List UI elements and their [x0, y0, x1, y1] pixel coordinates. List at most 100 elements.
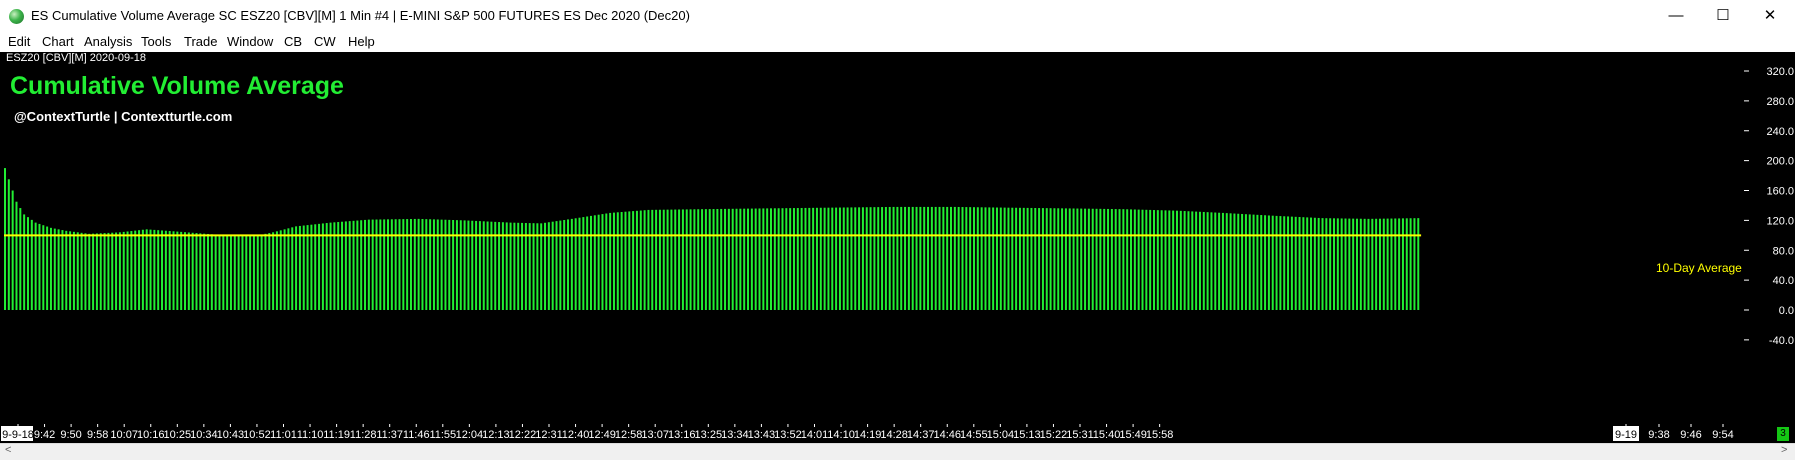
scroll-left-arrow-icon[interactable]: < [5, 444, 11, 456]
volume-bar [842, 207, 845, 310]
volume-bar [1409, 218, 1412, 310]
x-tick-label: 15:13 [1013, 429, 1041, 441]
y-tick-label: 0.0 [1779, 305, 1794, 317]
volume-bar [1107, 208, 1110, 310]
volume-bar [651, 209, 654, 310]
volume-bar [601, 214, 604, 310]
menu-window[interactable]: Window [227, 34, 273, 49]
volume-bar [1321, 218, 1324, 310]
volume-bar [1287, 216, 1290, 310]
volume-bar [1417, 218, 1420, 310]
volume-bar [283, 229, 286, 310]
time-axis[interactable]: 9-9-18 9:42 9:50 9:58 10:07 10:16 10:25 10:34 10… [0, 424, 1795, 443]
volume-bar [187, 232, 190, 310]
volume-bar [1195, 211, 1198, 310]
volume-bar [658, 209, 661, 310]
volume-bar [934, 206, 937, 310]
volume-bar [731, 208, 734, 310]
volume-bar [678, 209, 681, 310]
volume-bar [394, 219, 397, 310]
chart-plot-area[interactable] [0, 52, 1744, 424]
price-axis[interactable]: 320.0 280.0 240.0 200.0 160.0 120.0 80.0 40.0 0.… [1744, 52, 1795, 424]
volume-bar [586, 216, 589, 310]
volume-bar [72, 231, 75, 310]
x-tick-label: 15:04 [987, 429, 1015, 441]
minimize-button[interactable]: — [1653, 0, 1699, 32]
menu-edit[interactable]: Edit [8, 34, 30, 49]
volume-bar [1076, 208, 1079, 310]
volume-bar [218, 234, 221, 310]
menu-trade[interactable]: Trade [184, 34, 217, 49]
volume-bar [1306, 217, 1309, 310]
x-tick-label: 10:43 [217, 429, 245, 441]
volume-bar [95, 233, 98, 310]
volume-bar [1271, 215, 1274, 310]
menu-help[interactable]: Help [348, 34, 375, 49]
volume-bar [287, 228, 290, 310]
volume-bar [432, 219, 435, 310]
volume-bar [904, 206, 907, 310]
volume-bar [38, 223, 41, 310]
volume-bar [1310, 217, 1313, 310]
volume-bar [65, 230, 68, 310]
volume-bar [475, 220, 478, 310]
x-tick-label: 11:01 [270, 429, 297, 441]
volume-bar [1003, 207, 1006, 310]
volume-bar [689, 209, 692, 310]
volume-bar [1164, 210, 1167, 310]
volume-bar [612, 212, 615, 310]
close-button[interactable]: ✕ [1747, 0, 1793, 32]
volume-bar [390, 219, 393, 310]
volume-bar [1087, 208, 1090, 310]
volume-bar [1133, 209, 1136, 310]
volume-bar [616, 212, 619, 310]
menu-cw[interactable]: CW [314, 34, 336, 49]
x-tick-label: 12:04 [456, 429, 484, 441]
x-tick-label: 9:50 [60, 429, 81, 441]
x-tick-label: 10:52 [243, 429, 271, 441]
maximize-button[interactable]: ☐ [1700, 0, 1746, 32]
volume-bar [46, 226, 49, 310]
volume-bar [252, 235, 255, 310]
volume-bar [122, 231, 125, 310]
volume-bar [452, 220, 455, 310]
volume-bar [57, 229, 60, 310]
volume-bar [195, 233, 198, 310]
volume-bar [1336, 218, 1339, 310]
x-tick-label: 9:46 [1680, 429, 1701, 441]
volume-bar [413, 218, 416, 310]
horizontal-scrollbar[interactable] [0, 443, 1795, 460]
volume-bar [130, 231, 133, 310]
volume-bar [1118, 209, 1121, 310]
volume-bar [915, 206, 918, 310]
volume-bar [831, 207, 834, 310]
menu-cb[interactable]: CB [284, 34, 302, 49]
volume-bar [306, 225, 309, 310]
volume-bar [819, 207, 822, 310]
scroll-right-arrow-icon[interactable]: > [1781, 444, 1787, 456]
volume-bar [302, 225, 305, 310]
volume-bar [1061, 208, 1064, 310]
y-tick-label: 120.0 [1766, 215, 1794, 227]
volume-bar [383, 219, 386, 310]
volume-bar [1225, 213, 1228, 310]
volume-bar [440, 219, 443, 310]
volume-bar [1375, 218, 1378, 310]
volume-bar [126, 231, 129, 310]
menu-chart[interactable]: Chart [42, 34, 74, 49]
volume-bar [727, 208, 730, 310]
volume-bar [1179, 210, 1182, 310]
volume-bar [76, 232, 79, 310]
volume-bar [697, 209, 700, 310]
menu-analysis[interactable]: Analysis [84, 34, 132, 49]
x-tick-label: 12:22 [509, 429, 537, 441]
volume-bar [1329, 218, 1332, 310]
volume-bar [375, 219, 378, 310]
volume-bar [938, 206, 941, 310]
menu-tools[interactable]: Tools [141, 34, 171, 49]
volume-bar [754, 208, 757, 310]
volume-bar [953, 206, 956, 310]
x-tick-label: 14:19 [854, 429, 882, 441]
volume-bar [1401, 218, 1404, 310]
volume-bar [80, 232, 83, 310]
